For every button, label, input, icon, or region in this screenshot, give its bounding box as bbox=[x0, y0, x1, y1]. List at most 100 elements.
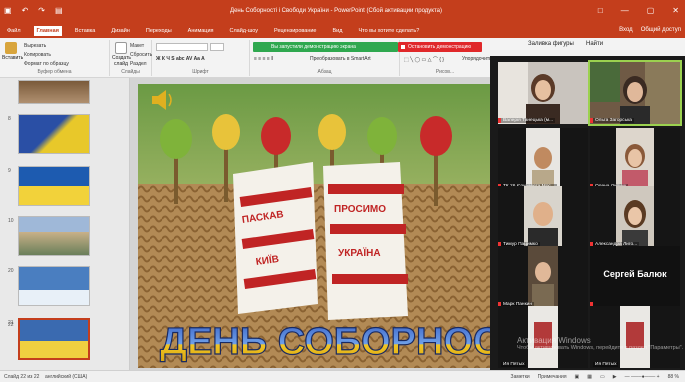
participant-name: Ия Пятых bbox=[501, 362, 527, 367]
embroidered-towel-right bbox=[323, 162, 408, 320]
bold-italic-underline-icons[interactable]: Ж К Ч S abc AV Aa A bbox=[156, 56, 205, 62]
stop-share-button[interactable]: Остановить демонстрацию bbox=[398, 42, 482, 52]
layout-button[interactable]: Макет bbox=[130, 43, 144, 49]
slide-number: 20 bbox=[8, 268, 14, 274]
arrange-button[interactable]: Упорядочить bbox=[462, 56, 492, 62]
zoom-level[interactable]: 88 % bbox=[668, 374, 679, 380]
zoom-slider[interactable]: — ───●─── + bbox=[625, 374, 660, 380]
participant-tile[interactable]: Олена Липчук bbox=[590, 128, 680, 190]
participant-tile[interactable]: Марк Панкин bbox=[498, 246, 588, 308]
tab-animations[interactable]: Анимация bbox=[185, 26, 217, 36]
undo-icon[interactable]: ↶ bbox=[22, 6, 29, 15]
comments-button[interactable]: Примечания bbox=[538, 374, 567, 380]
paste-icon bbox=[5, 42, 17, 54]
slide-thumbnail-selected[interactable] bbox=[18, 318, 90, 360]
participant-tile-no-video[interactable]: Сергей Балюк bbox=[590, 246, 680, 308]
notes-button[interactable]: Заметки bbox=[511, 374, 530, 380]
tab-insert[interactable]: Вставка bbox=[72, 26, 98, 36]
participant-tile[interactable]: Тимур Пацимко bbox=[498, 186, 588, 248]
alignment-icons[interactable]: ≡ ≡ ≡ ≡ ‖ bbox=[254, 56, 273, 62]
shapes-gallery[interactable]: ⬚ ╲ ◯ ▭ △ ⌒ { } bbox=[404, 56, 444, 63]
fill-button[interactable]: Заливка фигуры bbox=[528, 41, 574, 47]
status-left: Слайд 22 из 22 английский (США) bbox=[4, 374, 87, 380]
participant-video bbox=[498, 128, 588, 190]
participant-display-name: Сергей Балюк bbox=[603, 269, 667, 279]
font-name-box[interactable] bbox=[156, 43, 208, 51]
slides-group: Создать слайд Макет Сбросить Раздел Слай… bbox=[110, 40, 152, 76]
participant-video bbox=[590, 62, 680, 124]
sorter-view-icon[interactable]: ▦ bbox=[587, 374, 592, 380]
ribbon-tabs: Файл Главная Вставка Дизайн Переходы Ани… bbox=[0, 24, 685, 38]
window-controls: □ — ▢ ✕ bbox=[598, 6, 679, 15]
status-right: Заметки Примечания ▣ ▦ ▭ ▶ — ───●─── + 8… bbox=[511, 374, 679, 380]
save-icon[interactable]: ▣ bbox=[4, 6, 12, 15]
reset-button[interactable]: Сбросить bbox=[130, 52, 152, 58]
svg-text:УКРАЇНА: УКРАЇНА bbox=[338, 246, 381, 259]
clipboard-caption: Буфер обмена bbox=[37, 69, 72, 75]
participant-video bbox=[590, 186, 680, 248]
participant-tile[interactable]: Валерія Танецька (м... bbox=[498, 62, 588, 124]
slide-number: 8 bbox=[8, 116, 11, 122]
slide-counter: Слайд 22 из 22 bbox=[4, 374, 40, 380]
slide-thumbnail[interactable] bbox=[18, 80, 90, 104]
language-indicator[interactable]: английский (США) bbox=[45, 374, 87, 380]
font-size-box[interactable] bbox=[210, 43, 224, 51]
signin-link[interactable]: Вход bbox=[619, 27, 633, 33]
quick-access-toolbar: ▣ ↶ ↷ ▤ bbox=[4, 6, 63, 15]
close-button[interactable]: ✕ bbox=[672, 6, 679, 15]
normal-view-icon[interactable]: ▣ bbox=[575, 374, 580, 380]
cut-button[interactable]: Вырезать bbox=[24, 43, 46, 49]
participant-video bbox=[498, 246, 588, 308]
font-caption: Шрифт bbox=[192, 69, 209, 75]
format-painter-button[interactable]: Формат по образцу bbox=[24, 61, 69, 67]
maximize-button[interactable]: ▢ bbox=[647, 6, 655, 15]
participant-video bbox=[498, 186, 588, 248]
slideshow-view-icon[interactable]: ▶ bbox=[613, 374, 617, 380]
minimize-button[interactable]: — bbox=[621, 6, 629, 15]
towel-right-text: ПРОСИМО bbox=[334, 204, 386, 215]
slide-thumbnail[interactable] bbox=[18, 166, 90, 206]
participant-tile[interactable]: ТК 26 Єлизавета Мос... bbox=[498, 128, 588, 190]
tab-home[interactable]: Главная bbox=[33, 26, 62, 36]
tab-review[interactable]: Рецензирование bbox=[271, 26, 319, 36]
participant-name: Ия Пятых bbox=[593, 362, 619, 367]
status-bar: Слайд 22 из 22 английский (США) Заметки … bbox=[0, 370, 685, 382]
section-button[interactable]: Раздел bbox=[130, 61, 147, 67]
tab-design[interactable]: Дизайн bbox=[108, 26, 133, 36]
share-button[interactable]: Общий доступ bbox=[641, 27, 681, 33]
video-participants-panel: Валерія Танецька (м... Ольга Загорська Т… bbox=[490, 56, 685, 370]
new-slide-button[interactable]: Создать слайд bbox=[112, 42, 131, 67]
current-slide[interactable]: ПАСКАВ КИЇВ ПРОСИМО УКРАЇНА ДЕНЬ СОБОРНО… bbox=[138, 84, 490, 368]
tab-file[interactable]: Файл bbox=[4, 26, 24, 36]
slide-number: 10 bbox=[8, 218, 14, 224]
slide-number: 22 bbox=[8, 322, 14, 328]
redo-icon[interactable]: ↷ bbox=[38, 6, 45, 15]
paste-button[interactable]: Вставить bbox=[2, 42, 23, 66]
participant-tile-active[interactable]: Ольга Загорська bbox=[588, 60, 682, 126]
embroidered-towel-left bbox=[233, 162, 318, 314]
account-area: Вход Общий доступ bbox=[619, 27, 681, 33]
find-button[interactable]: Найти bbox=[586, 41, 603, 47]
slide-caption: ДЕНЬ СОБОРНОСТІ bbox=[160, 321, 490, 363]
slides-caption: Слайды bbox=[121, 69, 140, 75]
tell-me-search[interactable]: Что вы хотите сделать? bbox=[355, 26, 422, 36]
watermark-heading: Активация Windows bbox=[517, 336, 591, 345]
participant-tile[interactable]: Александра Лиго... bbox=[590, 186, 680, 248]
slide-thumbnail[interactable] bbox=[18, 266, 90, 306]
tab-slideshow[interactable]: Слайд-шоу bbox=[227, 26, 262, 36]
reading-view-icon[interactable]: ▭ bbox=[600, 374, 605, 380]
watermark-text: Чтобы активировать Windows, перейдите в … bbox=[517, 345, 684, 351]
convert-smartart-button[interactable]: Преобразовать в SmartArt bbox=[310, 56, 371, 62]
slide-thumbnail[interactable] bbox=[18, 216, 90, 256]
title-bar: ▣ ↶ ↷ ▤ День Соборності і Свободи Україн… bbox=[0, 0, 685, 24]
drawing-caption: Рисов... bbox=[435, 69, 455, 75]
tab-transitions[interactable]: Переходы bbox=[143, 26, 175, 36]
clipboard-group: Вставить Вырезать Копировать Формат по о… bbox=[0, 40, 110, 76]
copy-button[interactable]: Копировать bbox=[24, 52, 51, 58]
slideshow-start-icon[interactable]: ▤ bbox=[55, 6, 63, 15]
slide-thumbnail[interactable] bbox=[18, 114, 90, 154]
tab-view[interactable]: Вид bbox=[330, 26, 346, 36]
ribbon-display-button[interactable]: □ bbox=[598, 6, 603, 15]
slide-editing-area: ПАСКАВ КИЇВ ПРОСИМО УКРАЇНА ДЕНЬ СОБОРНО… bbox=[130, 78, 490, 370]
participant-name: Ольга Загорська bbox=[593, 118, 634, 123]
